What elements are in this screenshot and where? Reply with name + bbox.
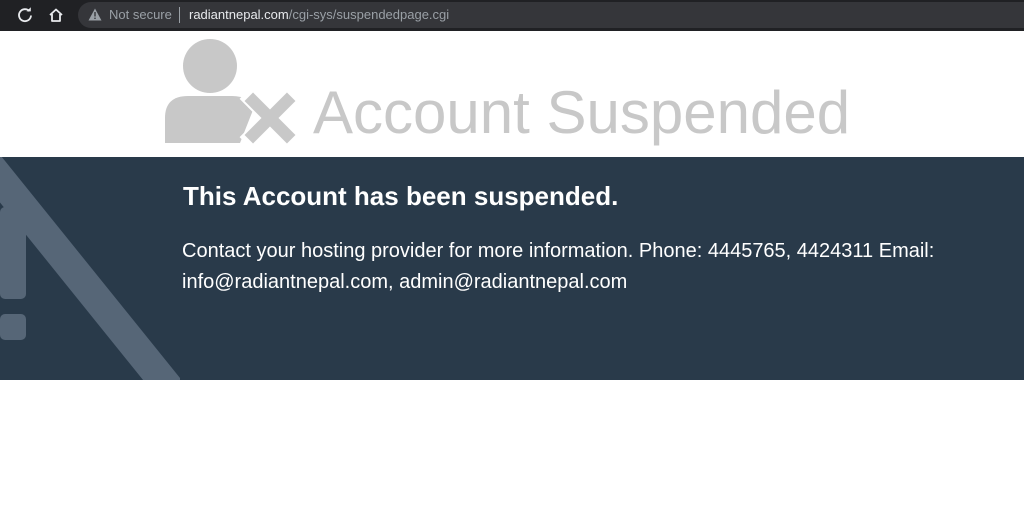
warning-triangle-icon[interactable] (88, 8, 102, 21)
omnibox-divider (179, 7, 180, 23)
address-bar[interactable]: Not secure radiantnepal.com/cgi-sys/susp… (78, 2, 1024, 28)
page-title: Account Suspended (313, 79, 851, 146)
home-button[interactable] (44, 4, 68, 26)
suspension-notice-panel: This Account has been suspended. Contact… (0, 157, 1024, 380)
contact-info-text: Contact your hosting provider for more i… (182, 240, 935, 293)
warning-background-icon (0, 157, 180, 380)
blank-page-area (0, 380, 1024, 518)
security-label[interactable]: Not secure (109, 7, 172, 22)
suspension-heading: This Account has been suspended. (183, 181, 619, 211)
home-icon (49, 8, 63, 22)
url-path: /cgi-sys/suspendedpage.cgi (288, 7, 450, 22)
url-host: radiantnepal.com (189, 7, 289, 22)
user-x-icon (165, 39, 301, 146)
browser-toolbar: Not secure radiantnepal.com/cgi-sys/susp… (0, 0, 1024, 31)
reload-icon (18, 7, 32, 23)
reload-button[interactable] (13, 4, 37, 26)
url-text[interactable]: radiantnepal.com/cgi-sys/suspendedpage.c… (189, 7, 449, 22)
page-header: Account Suspended (0, 31, 1024, 157)
